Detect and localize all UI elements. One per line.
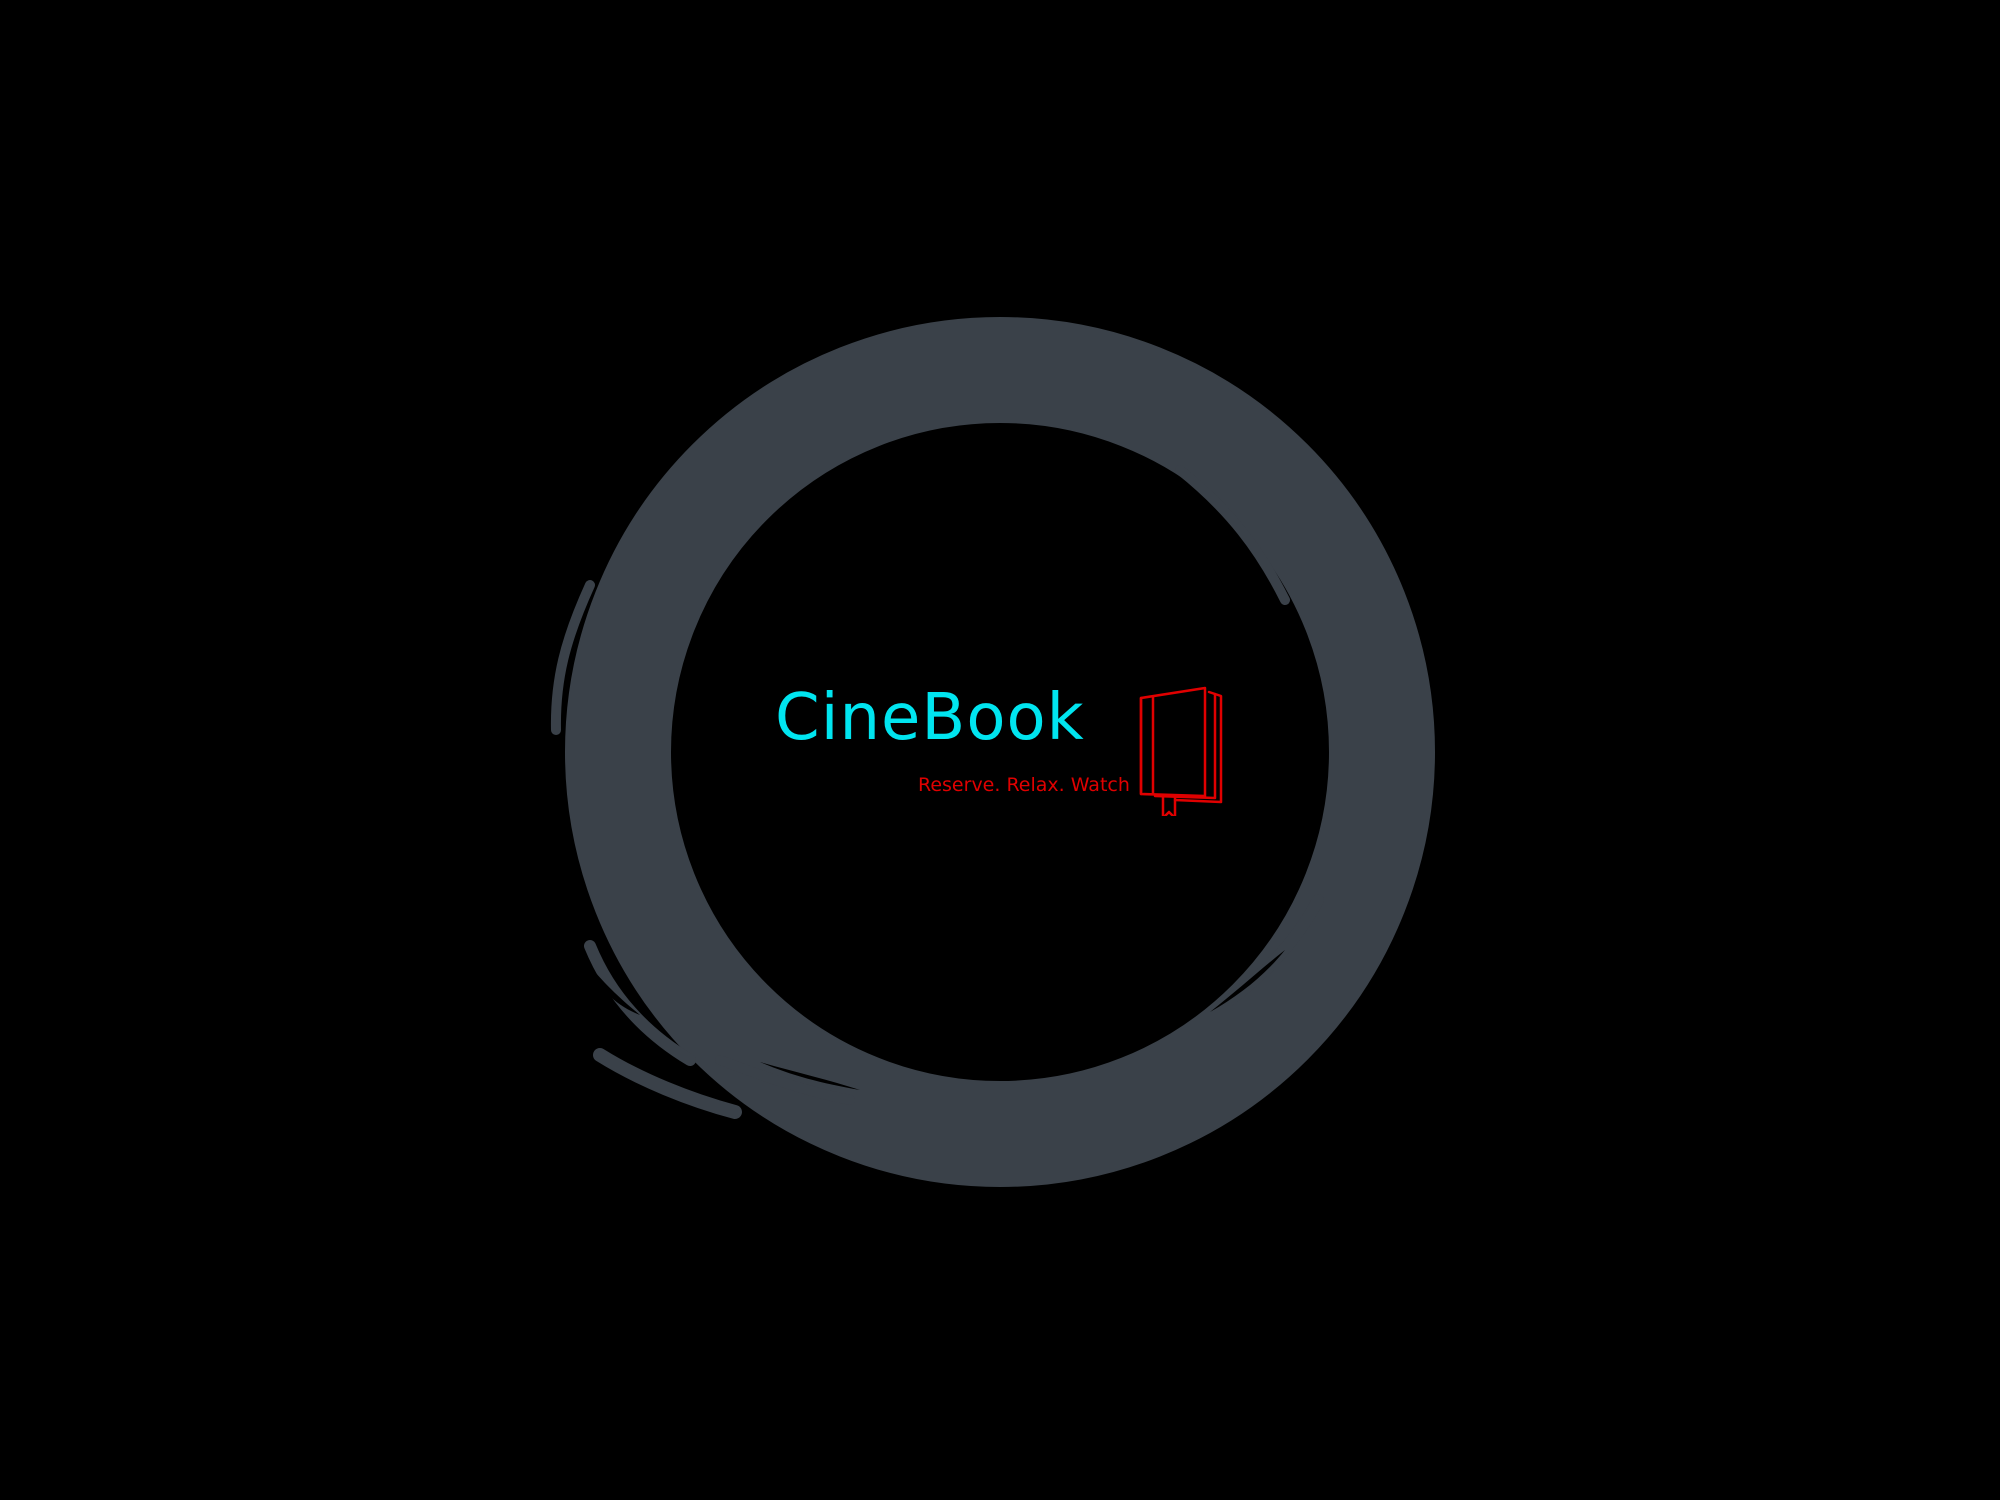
book-bookmark-icon	[1139, 686, 1223, 816]
app-tagline: Reserve. Relax. Watch	[918, 774, 1130, 796]
app-name: CineBook	[775, 681, 1085, 755]
app-logo: CineBook Reserve. Relax. Watch	[775, 684, 1235, 820]
splash-screen: CineBook Reserve. Relax. Watch	[0, 0, 2000, 1500]
